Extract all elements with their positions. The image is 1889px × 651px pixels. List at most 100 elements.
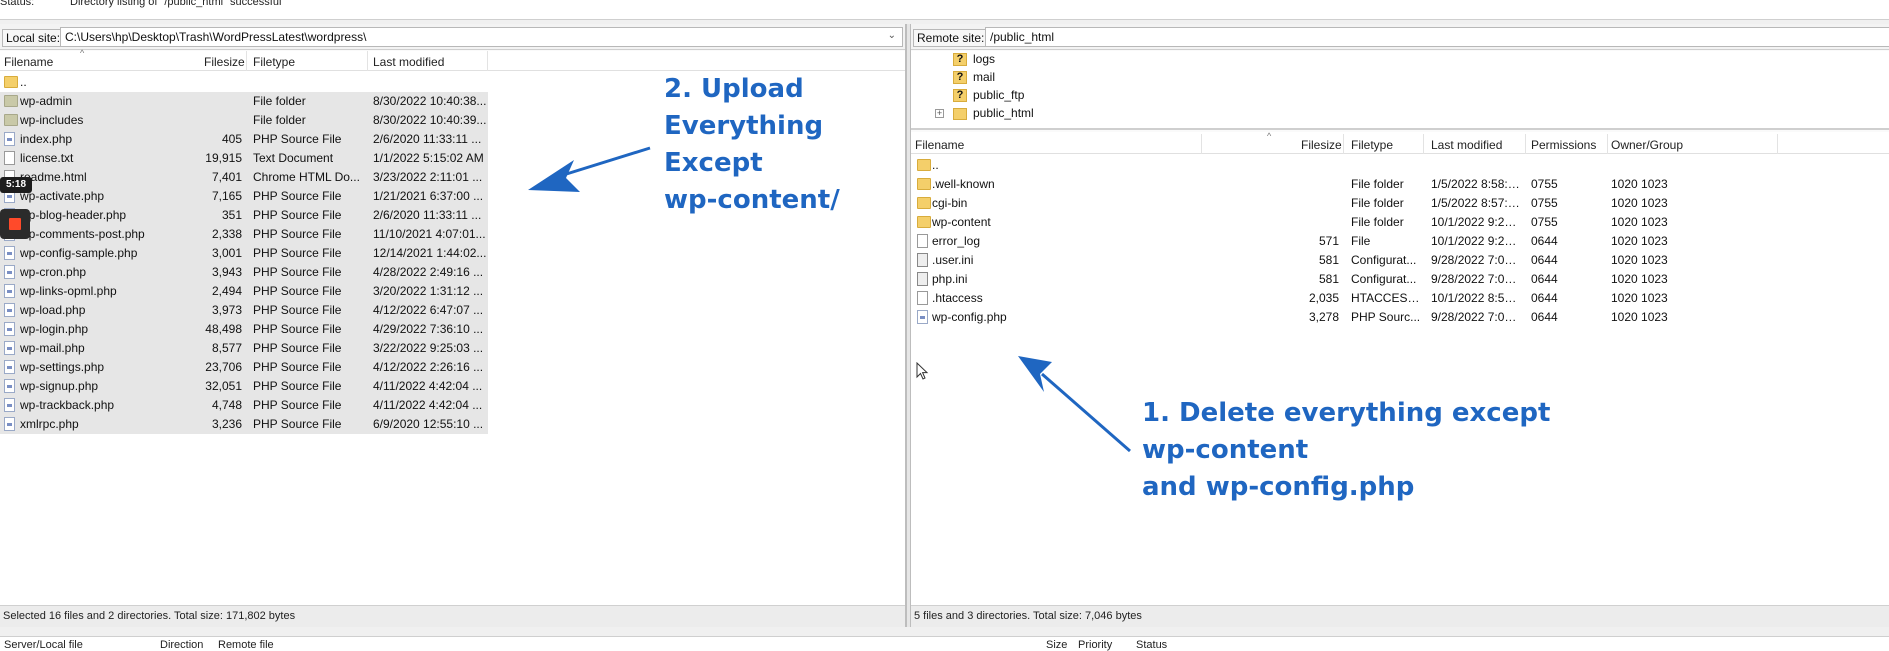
remote-file-row[interactable]: .user.ini 581 Configurat... 9/28/2022 7:08:… [911, 251, 1889, 270]
remote-site-path-input[interactable]: /public_html [985, 27, 1889, 47]
local-file-row[interactable]: wp-settings.php 23,706 PHP Source File 4/12… [0, 358, 488, 377]
tree-item-public-html[interactable]: public_html [953, 106, 1034, 120]
file-modified: 1/21/2021 6:37:00 ... [373, 189, 484, 203]
queue-col-status[interactable]: Status [1136, 639, 1167, 651]
file-name: wp-links-opml.php [20, 284, 117, 298]
file-size: 2,035 [1308, 291, 1339, 305]
file-modified: 9/28/2022 7:09:... [1431, 310, 1523, 324]
queue-col-local-file[interactable]: Server/Local file [4, 639, 83, 651]
local-file-row[interactable]: wp-links-opml.php 2,494 PHP Source File 3/2… [0, 282, 488, 301]
remote-col-filetype[interactable]: Filetype [1351, 138, 1393, 152]
tree-item-logs[interactable]: ? logs [953, 52, 995, 67]
remote-file-row[interactable]: php.ini 581 Configurat... 9/28/2022 7:08:..… [911, 270, 1889, 289]
tree-item-public-ftp[interactable]: ? public_ftp [953, 88, 1024, 103]
file-name: .. [932, 158, 939, 172]
file-name: wp-config-sample.php [20, 246, 138, 260]
file-modified: 4/28/2022 2:49:16 ... [373, 265, 484, 279]
file-size: 405 [221, 132, 242, 146]
file-modified: 3/22/2022 9:25:03 ... [373, 341, 484, 355]
file-modified: 3/23/2022 2:11:01 ... [373, 170, 483, 184]
queue-col-priority[interactable]: Priority [1078, 639, 1112, 651]
file-modified: 4/29/2022 7:36:10 ... [373, 322, 484, 336]
file-size: 48,498 [205, 322, 242, 336]
file-size: 4,748 [211, 398, 242, 412]
local-col-filename[interactable]: Filename [4, 55, 53, 69]
file-modified: 4/12/2022 6:47:07 ... [373, 303, 484, 317]
file-name: wp-config.php [932, 310, 1007, 324]
stop-recording-button[interactable] [0, 209, 30, 239]
tree-item-mail[interactable]: ? mail [953, 70, 995, 85]
remote-col-owner[interactable]: Owner/Group [1611, 138, 1683, 152]
local-file-row[interactable]: .. [0, 73, 488, 92]
remote-file-row[interactable]: .well-known File folder 1/5/2022 8:58:3...… [911, 175, 1889, 194]
local-file-row[interactable]: wp-cron.php 3,943 PHP Source File 4/28/2022… [0, 263, 488, 282]
local-file-row[interactable]: license.txt 19,915 Text Document 1/1/2022 5… [0, 149, 488, 168]
file-type: PHP Source File [253, 208, 342, 222]
remote-col-filesize[interactable]: Filesize [1301, 138, 1342, 152]
file-size: 7,401 [211, 170, 242, 184]
local-site-path-input[interactable]: C:\Users\hp\Desktop\Trash\WordPressLates… [60, 27, 903, 47]
remote-dir-tree[interactable]: ? logs ? mail ? public_ftp + public_html [911, 51, 1889, 130]
file-size: 19,915 [205, 151, 242, 165]
status-log-message: Directory listing of "/public_html" succ… [70, 0, 282, 8]
queue-col-remote-file[interactable]: Remote file [218, 639, 274, 651]
file-type: Configurat... [1351, 272, 1417, 286]
folder-icon [4, 114, 18, 126]
local-file-row[interactable]: wp-blog-header.php 351 PHP Source File 2/6/… [0, 206, 488, 225]
remote-col-permissions[interactable]: Permissions [1531, 138, 1596, 152]
file-modified: 9/28/2022 7:08:... [1431, 272, 1523, 286]
file-owner: 1020 1023 [1611, 234, 1668, 248]
file-modified: 10/1/2022 9:26:... [1431, 234, 1523, 248]
file-size: 32,051 [205, 379, 242, 393]
unknown-folder-icon: ? [953, 89, 967, 103]
file-name: wp-cron.php [20, 265, 87, 279]
local-file-row[interactable]: wp-admin File folder 8/30/2022 10:40:38... [0, 92, 488, 111]
local-file-row[interactable]: readme.html 7,401 Chrome HTML Do... 3/23/20… [0, 168, 488, 187]
remote-file-row[interactable]: wp-content File folder 10/1/2022 9:26:... 0… [911, 213, 1889, 232]
local-file-row[interactable]: wp-signup.php 32,051 PHP Source File 4/11/2… [0, 377, 488, 396]
php-file-icon [4, 265, 15, 279]
file-name: wp-content [932, 215, 991, 229]
remote-site-label: Remote site: [913, 29, 989, 47]
remote-file-row[interactable]: .. [911, 156, 1889, 175]
chevron-down-icon[interactable]: ⌄ [888, 30, 896, 41]
remote-col-filename[interactable]: Filename [915, 138, 964, 152]
local-file-row[interactable]: wp-includes File folder 8/30/2022 10:40:39… [0, 111, 488, 130]
remote-file-row[interactable]: wp-config.php 3,278 PHP Sourc... 9/28/2022 … [911, 308, 1889, 327]
sort-up-icon: ^ [80, 48, 85, 58]
local-file-row[interactable]: xmlrpc.php 3,236 PHP Source File 6/9/2020 1… [0, 415, 488, 434]
file-permissions: 0755 [1531, 177, 1558, 191]
file-type: PHP Source File [253, 189, 342, 203]
file-modified: 8/30/2022 10:40:39... [373, 113, 487, 127]
remote-file-row[interactable]: error_log 571 File 10/1/2022 9:26:... 0644 10… [911, 232, 1889, 251]
local-file-row[interactable]: wp-activate.php 7,165 PHP Source File 1/21/… [0, 187, 488, 206]
local-file-row[interactable]: wp-trackback.php 4,748 PHP Source File 4/11… [0, 396, 488, 415]
queue-col-direction[interactable]: Direction [160, 639, 203, 651]
file-size: 8,577 [211, 341, 242, 355]
file-name: .. [20, 75, 27, 89]
local-file-row[interactable]: wp-config-sample.php 3,001 PHP Source File… [0, 244, 488, 263]
local-file-row[interactable]: wp-mail.php 8,577 PHP Source File 3/22/2022… [0, 339, 488, 358]
local-file-row[interactable]: wp-comments-post.php 2,338 PHP Source File… [0, 225, 488, 244]
remote-file-row[interactable]: .htaccess 2,035 HTACCESS ... 10/1/2022 8:50… [911, 289, 1889, 308]
local-col-modified[interactable]: Last modified [373, 55, 444, 69]
file-type: File folder [253, 94, 306, 108]
local-file-row[interactable]: wp-load.php 3,973 PHP Source File 4/12/2022… [0, 301, 488, 320]
remote-file-list[interactable]: Filename ^ Filesize Filetype Last modifi… [911, 131, 1889, 605]
file-name: wp-activate.php [20, 189, 105, 203]
file-modified: 6/9/2020 12:55:10 ... [373, 417, 484, 431]
local-col-filesize[interactable]: Filesize [204, 55, 245, 69]
remote-file-row[interactable]: cgi-bin File folder 1/5/2022 8:57:3... 0755… [911, 194, 1889, 213]
local-file-row[interactable]: wp-login.php 48,498 PHP Source File 4/29/20… [0, 320, 488, 339]
file-name: license.txt [20, 151, 74, 165]
queue-col-size[interactable]: Size [1046, 639, 1067, 651]
remote-col-modified[interactable]: Last modified [1431, 138, 1502, 152]
file-name: .well-known [932, 177, 995, 191]
local-col-filetype[interactable]: Filetype [253, 55, 295, 69]
local-status-bar: Selected 16 files and 2 directories. Tot… [0, 605, 905, 627]
file-modified: 12/14/2021 1:44:02... [373, 246, 487, 260]
local-file-row[interactable]: index.php 405 PHP Source File 2/6/2020 11:3… [0, 130, 488, 149]
folder-icon [917, 197, 931, 209]
file-type: PHP Source File [253, 398, 342, 412]
expand-icon[interactable]: + [935, 109, 944, 118]
